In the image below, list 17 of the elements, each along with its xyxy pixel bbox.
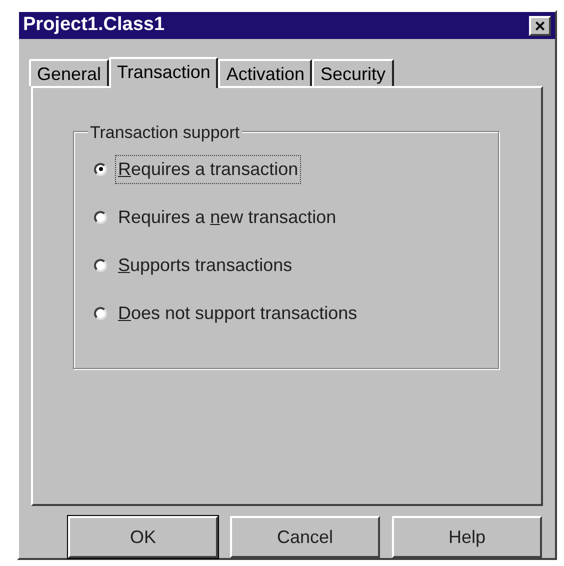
window-title: Project1.Class1: [23, 13, 165, 38]
radio-button[interactable]: [94, 210, 107, 224]
radio-button[interactable]: [94, 258, 107, 272]
option-label: Does not support transactions: [117, 302, 358, 325]
tab[interactable]: General: [29, 59, 110, 86]
tab[interactable]: Security: [312, 59, 394, 86]
dialog-button[interactable]: Cancel: [230, 516, 380, 558]
radio-button[interactable]: [94, 306, 107, 320]
tab[interactable]: Transaction: [109, 57, 218, 88]
dialog-button[interactable]: Help: [392, 516, 542, 558]
close-button[interactable]: ×: [529, 16, 551, 36]
radio-button[interactable]: [94, 162, 107, 176]
option-label: Requires a transaction: [115, 154, 302, 184]
option-label: Supports transactions: [117, 254, 294, 277]
tab[interactable]: Activation: [218, 59, 312, 86]
option-label: Requires a new transaction: [117, 206, 338, 229]
dialog-button[interactable]: OK: [68, 516, 218, 558]
